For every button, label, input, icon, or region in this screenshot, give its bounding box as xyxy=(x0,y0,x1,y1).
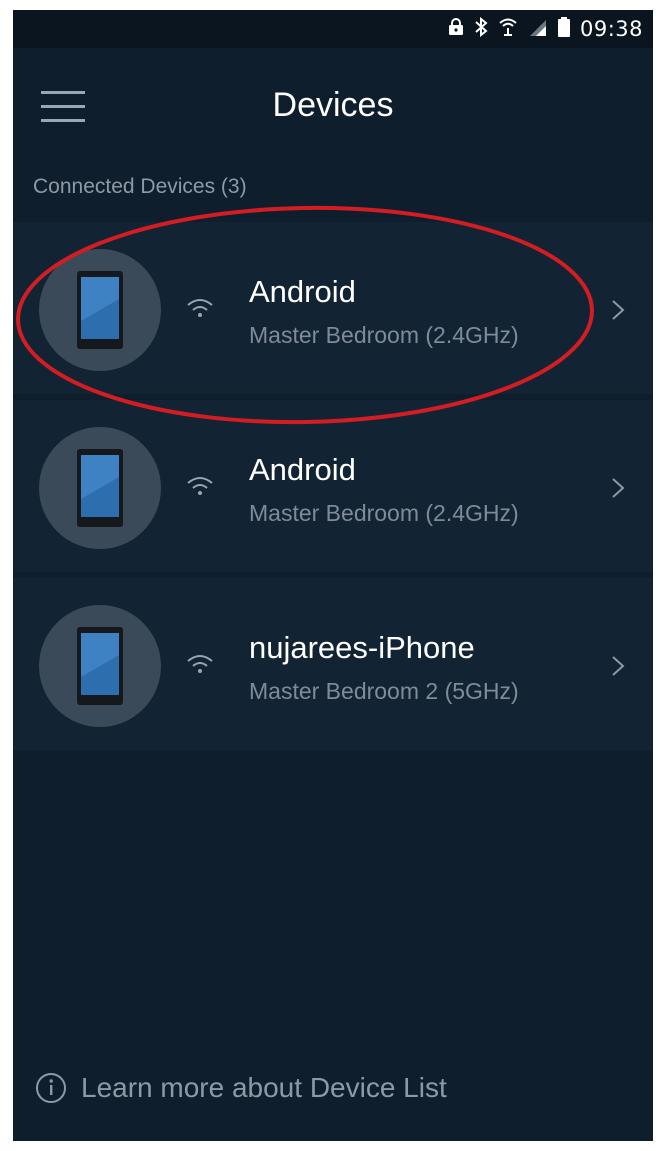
page-title: Devices xyxy=(272,86,394,124)
device-row[interactable]: Android Master Bedroom (2.4GHz) xyxy=(13,400,653,572)
connected-devices-label: Connected Devices (3) xyxy=(33,175,247,198)
chevron-right-icon xyxy=(612,300,625,320)
screenshot-frame: 09:38 Devices Connected Devices (3) Andr… xyxy=(0,0,664,1151)
lock-icon xyxy=(448,18,464,40)
device-location: Master Bedroom 2 (5GHz) xyxy=(249,678,519,704)
bluetooth-icon xyxy=(474,16,488,41)
chevron-right-icon xyxy=(612,478,625,498)
device-row[interactable]: nujarees-iPhone Master Bedroom 2 (5GHz) xyxy=(13,578,653,750)
device-name: Android xyxy=(249,274,356,309)
phone-icon xyxy=(77,627,123,705)
learn-more-link[interactable]: Learn more about Device List xyxy=(35,1068,447,1108)
battery-icon xyxy=(557,17,570,41)
device-avatar xyxy=(39,427,161,549)
signal-icon xyxy=(528,18,548,40)
device-name: Android xyxy=(249,452,356,487)
chevron-right-icon xyxy=(612,656,625,676)
status-bar: 09:38 xyxy=(13,10,653,48)
wifi-icon xyxy=(498,17,518,41)
wifi-signal-icon xyxy=(187,655,213,673)
device-row[interactable]: Android Master Bedroom (2.4GHz) xyxy=(13,222,653,394)
app-header: Devices xyxy=(13,48,653,158)
wifi-signal-icon xyxy=(187,477,213,495)
wifi-signal-icon xyxy=(187,299,213,317)
device-location: Master Bedroom (2.4GHz) xyxy=(249,322,519,348)
device-location: Master Bedroom (2.4GHz) xyxy=(249,500,519,526)
phone-icon xyxy=(77,449,123,527)
phone-icon xyxy=(77,271,123,349)
status-time: 09:38 xyxy=(579,17,643,41)
device-name: nujarees-iPhone xyxy=(249,630,475,665)
info-icon xyxy=(36,1073,66,1103)
app-screen: 09:38 Devices Connected Devices (3) Andr… xyxy=(13,10,653,1141)
device-avatar xyxy=(39,605,161,727)
status-icons: 09:38 xyxy=(448,16,643,41)
learn-more-text: Learn more about Device List xyxy=(81,1072,447,1103)
device-avatar xyxy=(39,249,161,371)
